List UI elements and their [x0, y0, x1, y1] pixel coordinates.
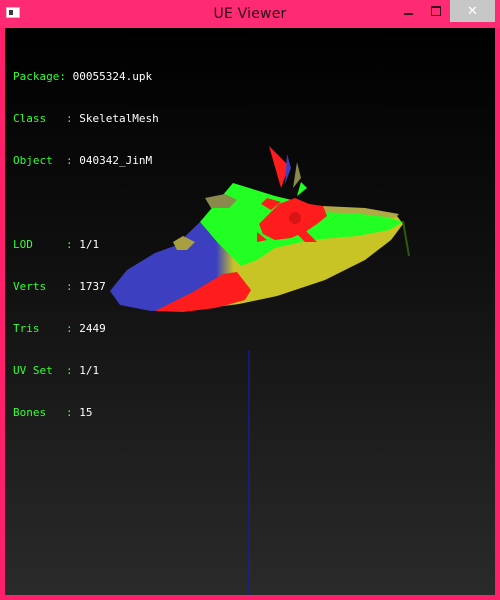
ue-viewer-window: UE Viewer ✕ Package: 00055324.upk Class … — [0, 0, 500, 600]
info-object-row: Object : 040342_JinM — [13, 154, 159, 168]
title-bar[interactable]: UE Viewer ✕ — [0, 0, 500, 28]
info-class-row: Class : SkeletalMesh — [13, 112, 159, 126]
info-class-label: Class : — [13, 112, 80, 125]
mesh-feather-red — [269, 146, 289, 188]
minimize-button[interactable] — [394, 0, 422, 22]
mesh-tail-strand — [402, 220, 410, 257]
info-bones-value: 15 — [79, 406, 93, 419]
info-overlay: Package: 00055324.upk Class : SkeletalMe… — [13, 42, 159, 448]
mesh-red-center — [289, 212, 301, 224]
info-bones-label: Bones : — [13, 406, 80, 419]
info-tris-value: 2449 — [79, 322, 106, 335]
info-package-value: 00055324.upk — [72, 70, 153, 83]
minimize-icon — [403, 13, 413, 15]
info-bones-row: Bones : 15 — [13, 406, 159, 420]
info-uvset-value: 1/1 — [79, 364, 100, 377]
info-verts-label: Verts : — [13, 280, 80, 293]
info-lod-label: LOD : — [13, 238, 80, 251]
info-package-label: Package: — [13, 70, 73, 83]
info-object-label: Object : — [13, 154, 80, 167]
mesh-feather-green — [297, 182, 307, 196]
3d-viewport[interactable]: Package: 00055324.upk Class : SkeletalMe… — [5, 28, 495, 595]
maximize-icon — [431, 6, 441, 16]
info-verts-row: Verts : 1737 — [13, 280, 159, 294]
info-lod-value: 1/1 — [79, 238, 100, 251]
info-object-value: 040342_JinM — [79, 154, 153, 167]
info-tris-label: Tris : — [13, 322, 80, 335]
info-uvset-row: UV Set : 1/1 — [13, 364, 159, 378]
info-verts-value: 1737 — [79, 280, 106, 293]
maximize-button[interactable] — [422, 0, 450, 22]
info-package-row: Package: 00055324.upk — [13, 70, 159, 84]
info-lod-row: LOD : 1/1 — [13, 238, 159, 252]
info-class-value: SkeletalMesh — [79, 112, 159, 125]
close-icon: ✕ — [467, 3, 478, 19]
info-tris-row: Tris : 2449 — [13, 322, 159, 336]
info-uvset-label: UV Set : — [13, 364, 80, 377]
close-button[interactable]: ✕ — [450, 0, 495, 22]
mesh-feather-tan — [293, 162, 301, 188]
